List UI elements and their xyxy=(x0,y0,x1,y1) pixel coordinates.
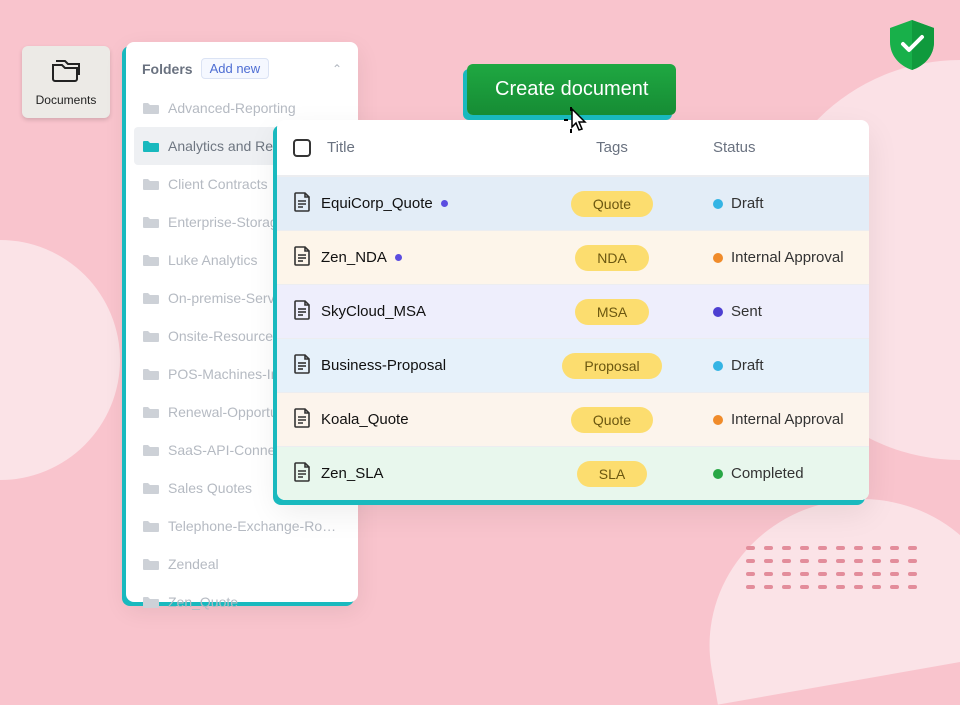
status-dot xyxy=(713,253,723,263)
folder-label: Sales Quotes xyxy=(168,480,252,496)
chevron-up-icon[interactable]: ⌃ xyxy=(332,62,342,76)
tag-pill[interactable]: Proposal xyxy=(562,353,661,379)
tag-pill[interactable]: MSA xyxy=(575,299,649,325)
table-row[interactable]: Koala_Quote Quote Internal Approval xyxy=(277,392,869,446)
documents-icon xyxy=(50,57,82,88)
select-all-checkbox[interactable] xyxy=(293,139,311,157)
row-title: Business-Proposal xyxy=(321,357,446,374)
row-title: EquiCorp_Quote xyxy=(321,195,433,212)
folder-item[interactable]: Zen_Quote xyxy=(134,583,350,621)
row-title: SkyCloud_MSA xyxy=(321,303,426,320)
table-row[interactable]: Zen_NDA NDA Internal Approval xyxy=(277,230,869,284)
status-dot xyxy=(713,199,723,209)
documents-table: Title Tags Status EquiCorp_Quote Quote D… xyxy=(277,120,869,500)
cursor-icon xyxy=(564,107,592,142)
header-status[interactable]: Status xyxy=(691,139,853,156)
shield-icon xyxy=(884,16,940,77)
folder-label: Client Contracts xyxy=(168,176,268,192)
folder-label: Zen_Quote xyxy=(168,594,238,610)
folder-label: Telephone-Exchange-Rout... xyxy=(168,518,342,534)
folder-label: Zendeal xyxy=(168,556,219,572)
header-title[interactable]: Title xyxy=(327,139,533,156)
header-tags[interactable]: Tags xyxy=(533,139,691,156)
unread-marker xyxy=(441,200,448,207)
status-dot xyxy=(713,469,723,479)
status-dot xyxy=(713,415,723,425)
folder-label: Luke Analytics xyxy=(168,252,258,268)
folder-item[interactable]: Zendeal xyxy=(134,545,350,583)
row-title: Zen_NDA xyxy=(321,249,387,266)
status-dot xyxy=(713,361,723,371)
table-row[interactable]: Business-Proposal Proposal Draft xyxy=(277,338,869,392)
sidebar-title: Folders xyxy=(142,61,193,77)
sidebar-header: Folders Add new ⌃ xyxy=(134,54,350,89)
tag-pill[interactable]: Quote xyxy=(571,407,653,433)
status-text: Draft xyxy=(731,357,764,374)
table-body: EquiCorp_Quote Quote Draft Zen_NDA NDA I… xyxy=(277,176,869,500)
status-text: Internal Approval xyxy=(731,411,844,428)
table-row[interactable]: SkyCloud_MSA MSA Sent xyxy=(277,284,869,338)
tag-pill[interactable]: SLA xyxy=(577,461,647,487)
documents-tile[interactable]: Documents xyxy=(22,46,110,118)
status-text: Draft xyxy=(731,195,764,212)
bg-shape xyxy=(0,240,120,480)
document-icon xyxy=(293,300,311,324)
folder-label: Advanced-Reporting xyxy=(168,100,296,116)
tag-pill[interactable]: Quote xyxy=(571,191,653,217)
document-icon xyxy=(293,354,311,378)
document-icon xyxy=(293,192,311,216)
status-text: Internal Approval xyxy=(731,249,844,266)
bg-dots xyxy=(746,546,926,602)
status-dot xyxy=(713,307,723,317)
folder-item[interactable]: Telephone-Exchange-Rout... xyxy=(134,507,350,545)
document-icon xyxy=(293,246,311,270)
documents-label: Documents xyxy=(36,93,97,107)
tag-pill[interactable]: NDA xyxy=(575,245,649,271)
status-text: Completed xyxy=(731,465,804,482)
row-title: Zen_SLA xyxy=(321,465,384,482)
add-new-button[interactable]: Add new xyxy=(201,58,270,79)
row-title: Koala_Quote xyxy=(321,411,409,428)
document-icon xyxy=(293,408,311,432)
status-text: Sent xyxy=(731,303,762,320)
document-icon xyxy=(293,462,311,486)
unread-marker xyxy=(395,254,402,261)
table-row[interactable]: Zen_SLA SLA Completed xyxy=(277,446,869,500)
table-row[interactable]: EquiCorp_Quote Quote Draft xyxy=(277,176,869,230)
